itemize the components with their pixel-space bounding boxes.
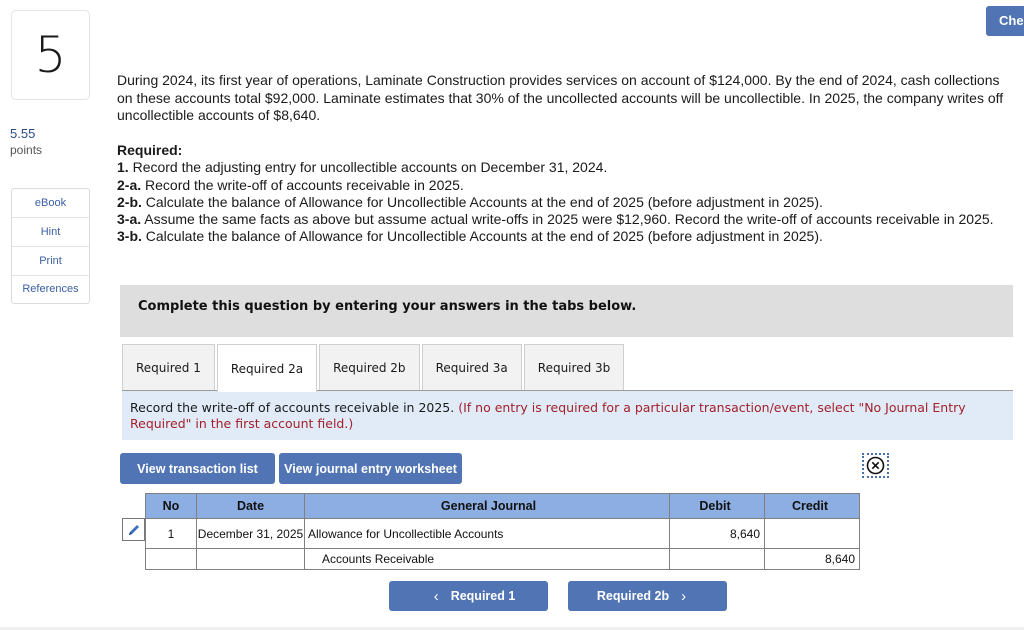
ebook-link[interactable]: eBook (12, 189, 89, 218)
required-heading: Required: (117, 142, 183, 158)
credit-field[interactable]: 8,640 (764, 548, 860, 570)
edit-entry-button[interactable] (122, 518, 145, 541)
print-link[interactable]: Print (12, 247, 89, 276)
table-row: Accounts Receivable 8,640 (145, 548, 860, 570)
tab-required-3b[interactable]: Required 3b (523, 344, 625, 391)
required-item-3b: 3-b. Calculate the balance of Allowance … (117, 228, 823, 245)
chevron-right-icon: › (681, 587, 687, 605)
tab-instruction-text: Record the write-off of accounts receiva… (130, 400, 459, 415)
tab-required-2b[interactable]: Required 2b (319, 344, 420, 391)
account-field[interactable]: Allowance for Uncollectible Accounts (304, 518, 670, 549)
next-tab-label: Required 2b (596, 589, 670, 603)
points-value: 5.55 (10, 126, 36, 141)
table-row: 1 December 31, 2025 Allowance for Uncoll… (145, 518, 860, 549)
pencil-icon (128, 524, 139, 535)
debit-field[interactable]: 8,640 (669, 518, 765, 549)
entry-no (145, 548, 197, 570)
view-journal-entry-worksheet-button[interactable]: View journal entry worksheet (279, 453, 462, 484)
points-label: points (10, 143, 43, 157)
journal-entry-table: No Date General Journal Debit Credit 1 D… (145, 493, 860, 570)
hint-link[interactable]: Hint (12, 218, 89, 247)
instruction-banner: Complete this question by entering your … (120, 285, 1013, 337)
check-my-work-button[interactable]: Che (986, 6, 1024, 36)
entry-no: 1 (145, 518, 197, 549)
resource-links: eBook Hint Print References (11, 188, 90, 304)
entry-date (196, 548, 305, 570)
required-item-2a: 2-a. Record the write-off of accounts re… (117, 176, 464, 193)
col-header-debit: Debit (669, 493, 765, 519)
circle-x-icon (866, 456, 885, 475)
required-item-2b: 2-b. Calculate the balance of Allowance … (117, 193, 823, 210)
tab-required-3a[interactable]: Required 3a (421, 344, 522, 391)
required-item-1: 1. Record the adjusting entry for uncoll… (117, 159, 608, 176)
credit-field[interactable] (764, 518, 860, 549)
previous-tab-label: Required 1 (450, 589, 516, 603)
col-header-date: Date (196, 493, 305, 519)
col-header-general-journal: General Journal (304, 493, 670, 519)
references-link[interactable]: References (12, 276, 89, 303)
answer-tabs: Required 1 Required 2a Required 2b Requi… (122, 344, 626, 392)
tab-required-1[interactable]: Required 1 (122, 344, 215, 391)
required-item-3a: 3-a. Assume the same facts as above but … (117, 211, 994, 228)
previous-tab-button[interactable]: ‹ Required 1 (389, 581, 548, 611)
tab-instructions: Record the write-off of accounts receiva… (122, 391, 1013, 440)
problem-statement: During 2024, its first year of operation… (117, 72, 1004, 123)
account-field[interactable]: Accounts Receivable (304, 548, 670, 570)
entry-date: December 31, 2025 (196, 518, 305, 549)
col-header-credit: Credit (764, 493, 860, 519)
debit-field[interactable] (669, 548, 765, 570)
col-header-no: No (145, 493, 197, 519)
required-list: Required: 1. Record the adjusting entry … (117, 142, 1022, 246)
question-number: 5 (11, 10, 90, 100)
close-icon[interactable] (862, 453, 889, 478)
next-tab-button[interactable]: Required 2b › (568, 581, 727, 611)
view-transaction-list-button[interactable]: View transaction list (120, 453, 275, 484)
tab-required-2a[interactable]: Required 2a (216, 344, 318, 392)
chevron-left-icon: ‹ (433, 587, 439, 605)
journal-header-row: No Date General Journal Debit Credit (145, 493, 860, 519)
